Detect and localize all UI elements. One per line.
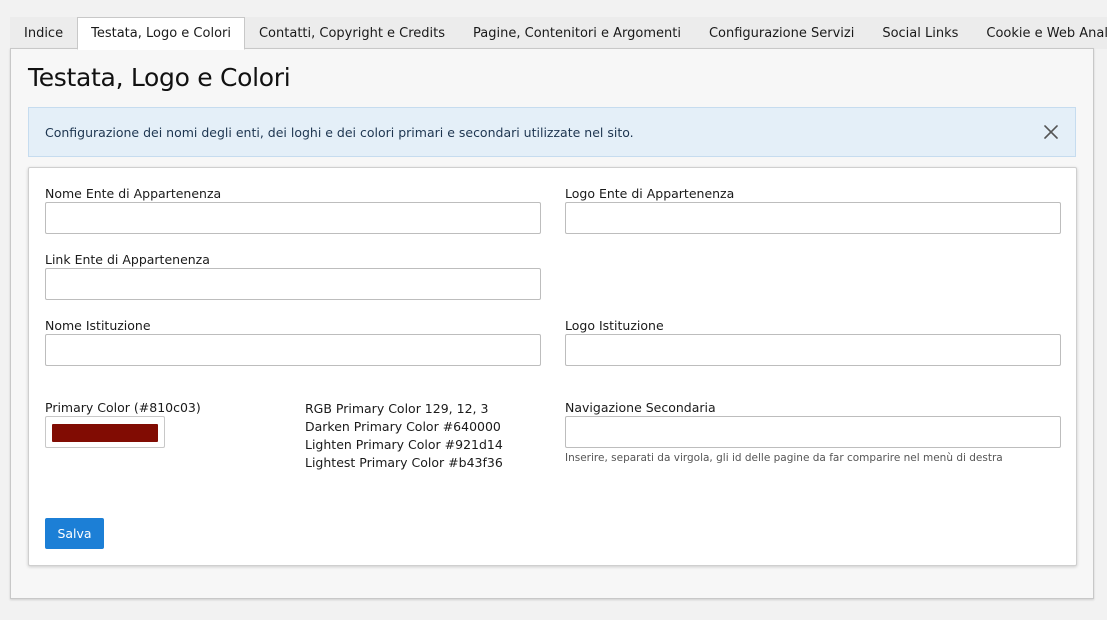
info-alert: Configurazione dei nomi degli enti, dei … [28, 107, 1076, 157]
nav-secondaria-help: Inserire, separati da virgola, gli id de… [565, 452, 1003, 464]
tab-bar: Indice Testata, Logo e Colori Contatti, … [10, 17, 1107, 50]
logo-istituzione-input[interactable] [565, 334, 1061, 366]
nome-ente-input[interactable] [45, 202, 541, 234]
link-ente-label: Link Ente di Appartenenza [45, 252, 210, 267]
alert-text: Configurazione dei nomi degli enti, dei … [45, 124, 634, 140]
tab-cookie-web-analytics[interactable]: Cookie e Web Analytics [972, 17, 1107, 49]
lighten-primary-color: Lighten Primary Color #921d14 [305, 437, 503, 452]
link-ente-input[interactable] [45, 268, 541, 300]
tab-indice[interactable]: Indice [10, 17, 78, 49]
settings-form: Nome Ente di Appartenenza Logo Ente di A… [28, 167, 1077, 566]
tab-panel: Testata, Logo e Colori Configurazione de… [10, 48, 1094, 599]
tab-configurazione-servizi[interactable]: Configurazione Servizi [694, 17, 869, 49]
nome-ente-label: Nome Ente di Appartenenza [45, 186, 222, 201]
nav-secondaria-label: Navigazione Secondaria [565, 400, 716, 415]
nav-secondaria-input[interactable] [565, 416, 1061, 448]
save-button[interactable]: Salva [45, 518, 104, 549]
nome-istituzione-label: Nome Istituzione [45, 318, 151, 333]
primary-color-label: Primary Color (#810c03) [45, 400, 201, 415]
logo-istituzione-label: Logo Istituzione [565, 318, 664, 333]
page-title: Testata, Logo e Colori [28, 63, 291, 92]
close-icon[interactable] [1043, 124, 1059, 140]
tab-social-links[interactable]: Social Links [868, 17, 973, 49]
logo-ente-input[interactable] [565, 202, 1061, 234]
darken-primary-color: Darken Primary Color #640000 [305, 419, 501, 434]
tab-testata-logo-colori[interactable]: Testata, Logo e Colori [77, 17, 245, 50]
lightest-primary-color: Lightest Primary Color #b43f36 [305, 455, 503, 470]
primary-color-variants: RGB Primary Color 129, 12, 3 Darken Prim… [305, 400, 503, 472]
primary-color-swatch [52, 424, 158, 442]
tab-contatti-copyright-credits[interactable]: Contatti, Copyright e Credits [244, 17, 460, 49]
rgb-primary-color: RGB Primary Color 129, 12, 3 [305, 401, 489, 416]
tab-pagine-contenitori-argomenti[interactable]: Pagine, Contenitori e Argomenti [459, 17, 695, 49]
primary-color-picker[interactable] [45, 416, 165, 448]
logo-ente-label: Logo Ente di Appartenenza [565, 186, 735, 201]
nome-istituzione-input[interactable] [45, 334, 541, 366]
